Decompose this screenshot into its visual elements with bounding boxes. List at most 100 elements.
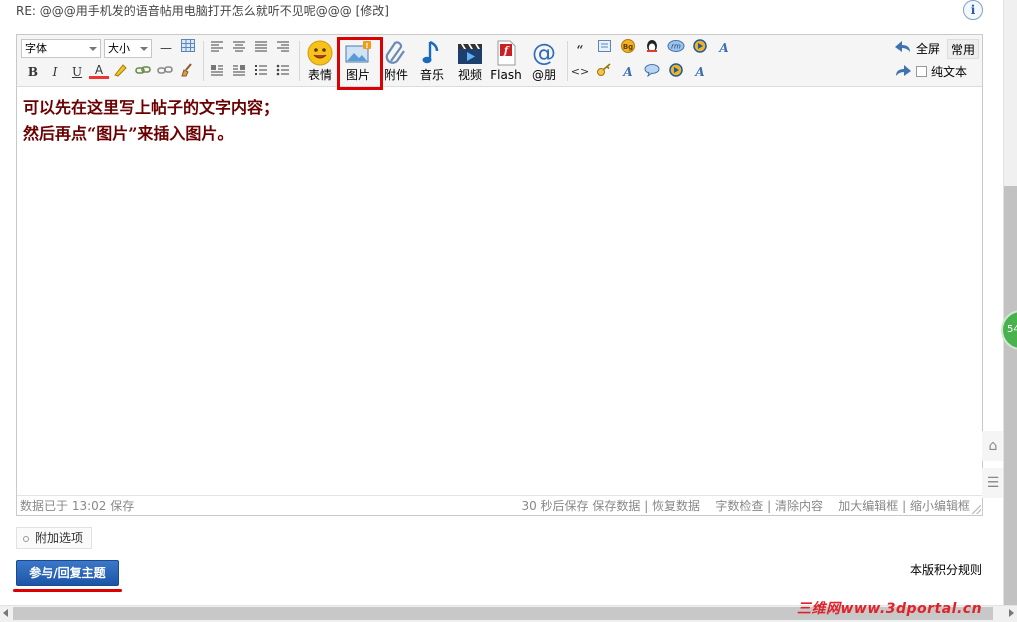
save-data-link[interactable]: 保存数据 [592, 499, 640, 513]
document-icon [597, 40, 611, 52]
free-block-button[interactable] [594, 39, 614, 57]
undo-button[interactable] [893, 40, 913, 58]
italic-button[interactable]: I [45, 63, 65, 81]
align-justify-icon [255, 41, 267, 52]
flash-button[interactable]: f Flash [487, 39, 525, 85]
font-style-button[interactable]: A [714, 39, 734, 57]
mention-label: @朋 [531, 68, 556, 82]
shrink-editor-link[interactable]: 缩小编辑框 [910, 499, 970, 513]
common-mode-button[interactable]: 常用 [947, 39, 980, 59]
mention-button[interactable]: @ @朋 [525, 39, 563, 85]
table-icon [181, 39, 195, 52]
font-family-label: 字体 [25, 42, 47, 55]
align-right-button[interactable] [273, 39, 293, 57]
emoticon-label: 表情 [307, 68, 332, 82]
unordered-list-button[interactable] [273, 63, 293, 81]
enlarge-editor-link[interactable]: 加大编辑框 [838, 499, 898, 513]
quote-button[interactable]: “ [570, 41, 590, 59]
edit-title-link[interactable]: [修改] [356, 4, 389, 18]
font-size-select[interactable]: 大小 [104, 39, 152, 58]
thread-title: RE: @@@用手机发的语音帖用电脑打开怎么就听不见呢@@@ [16, 4, 352, 18]
clear-format-button[interactable] [177, 63, 197, 81]
emoticon-button[interactable]: 表情 [301, 39, 339, 85]
fullscreen-button[interactable]: 全屏 [913, 39, 943, 59]
horizontal-rule-button[interactable]: — [156, 39, 176, 57]
link-icon [135, 66, 151, 74]
plain-text-checkbox[interactable] [916, 66, 927, 77]
submit-highlight-underline [13, 589, 122, 592]
restore-data-link[interactable]: 恢复数据 [652, 499, 700, 513]
ordered-list-button[interactable] [251, 63, 271, 81]
table-button[interactable] [178, 39, 198, 57]
unlink-icon [157, 66, 173, 74]
redo-button[interactable] [893, 64, 913, 82]
flash-icon: f [497, 40, 516, 66]
align-right-icon [277, 41, 289, 52]
clear-content-link[interactable]: 清除内容 [775, 499, 823, 513]
editor-statusbar: 数据已于 13:02 保存 30 秒后保存 保存数据 | 恢复数据 字数检查 |… [17, 495, 982, 515]
video-button[interactable]: 视频 [451, 39, 489, 85]
saved-status: 数据已于 13:02 保存 [20, 499, 135, 513]
scroll-left-arrow-icon[interactable] [3, 609, 8, 617]
align-left-button[interactable] [207, 39, 227, 57]
scroll-right-arrow-icon[interactable] [1009, 609, 1014, 617]
status-actions: 30 秒后保存 保存数据 | 恢复数据 字数检查 | 清除内容 加大编辑框 | … [521, 499, 970, 513]
back-to-top-icon[interactable]: ⌂ [982, 431, 1004, 461]
chevron-down-icon [89, 47, 97, 51]
submit-reply-button[interactable]: 参与/回复主题 [16, 560, 119, 586]
plain-text-toggle[interactable]: 纯文本 [913, 62, 970, 82]
bg-icon: Bg [621, 39, 635, 53]
align-left-icon [211, 41, 223, 52]
svg-text:Bg: Bg [623, 43, 633, 51]
code-button[interactable]: <> [570, 63, 590, 81]
circle-icon [23, 535, 29, 542]
svg-text:rm: rm [671, 43, 681, 51]
align-justify-button[interactable] [251, 39, 271, 57]
paperclip-icon [385, 41, 405, 64]
ordered-list-icon [255, 65, 267, 75]
hide-content-button[interactable] [642, 63, 662, 81]
bg-button[interactable]: Bg [618, 39, 638, 57]
music-button[interactable]: 音乐 [413, 39, 451, 85]
video-label: 视频 [457, 68, 482, 82]
unlink-button[interactable] [155, 63, 175, 81]
underline-button[interactable]: U [67, 63, 87, 81]
font-color-button[interactable]: A [89, 61, 109, 79]
float-left-button[interactable] [207, 63, 227, 81]
content-line: 可以先在这里写上帖子的文字内容； [23, 98, 280, 117]
undo-arrow-icon [895, 41, 910, 52]
media-player-button[interactable] [690, 39, 710, 57]
smiley-icon [307, 40, 333, 66]
float-right-button[interactable] [229, 63, 249, 81]
extra-options-toggle[interactable]: 附加选项 [16, 527, 93, 549]
font-size-label: 大小 [108, 42, 130, 55]
penguin-icon [647, 40, 657, 52]
bold-button[interactable]: B [23, 63, 43, 81]
music-note-icon [422, 40, 439, 64]
qq-button[interactable] [642, 39, 662, 57]
float-left-icon [211, 65, 223, 76]
rm-button[interactable]: rm [666, 39, 686, 57]
align-center-button[interactable] [229, 39, 249, 57]
media-player-button[interactable] [666, 63, 686, 81]
float-right-icon [233, 65, 245, 76]
word-count-link[interactable]: 字数检查 [715, 499, 763, 513]
password-button[interactable] [594, 63, 614, 81]
font-style-button[interactable]: A [690, 63, 710, 81]
list-icon[interactable]: ☰ [982, 468, 1004, 498]
vertical-scroll-thumb[interactable] [1004, 186, 1017, 606]
resize-grip-icon[interactable] [972, 505, 981, 514]
video-clapper-icon [458, 44, 482, 64]
background-color-button[interactable] [111, 63, 131, 81]
font-style-button[interactable]: A [618, 63, 638, 81]
font-family-select[interactable]: 字体 [21, 39, 101, 58]
plain-text-label: 纯文本 [931, 65, 968, 79]
link-button[interactable] [133, 63, 153, 81]
toolbar-separator [299, 41, 300, 81]
editor-content[interactable]: 可以先在这里写上帖子的文字内容； 然后再点“图片”来插入图片。 [23, 95, 279, 147]
broom-icon [181, 63, 192, 77]
highlighter-icon [114, 64, 127, 77]
credit-rules-link[interactable]: 本版积分规则 [910, 561, 982, 578]
info-icon[interactable]: i [963, 0, 983, 20]
toolbar-separator [203, 41, 204, 81]
